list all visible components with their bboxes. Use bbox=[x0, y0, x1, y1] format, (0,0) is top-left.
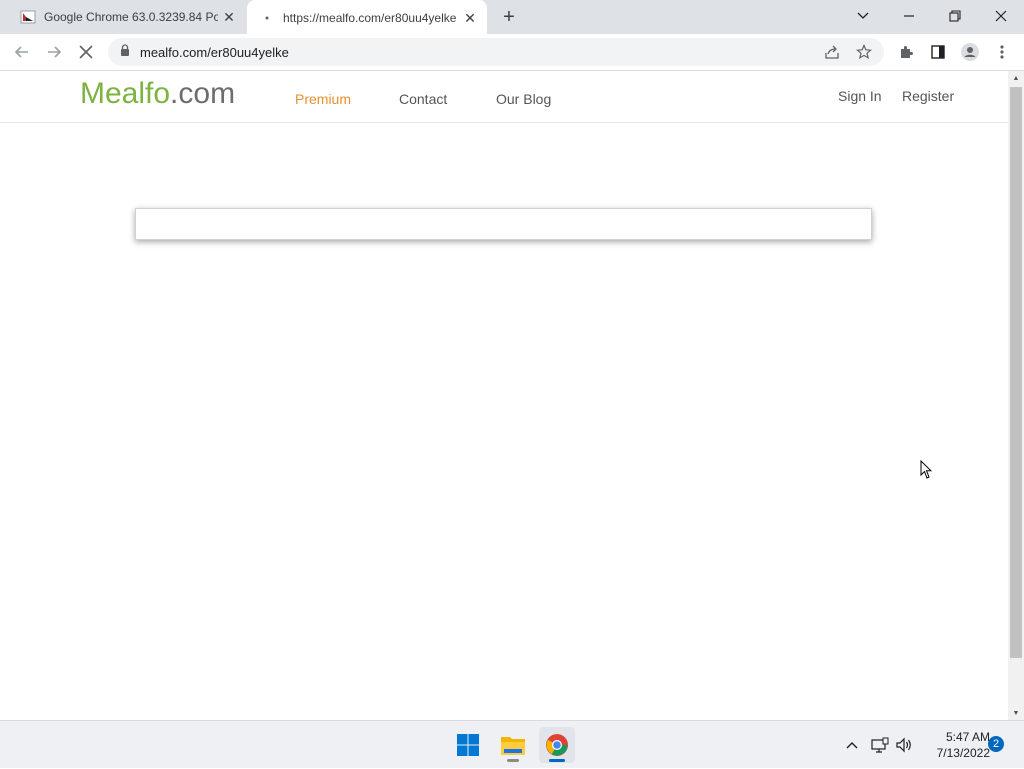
chevron-up-icon[interactable] bbox=[842, 721, 862, 769]
tab-chrome-portable[interactable]: Google Chrome 63.0.3239.84 Portable ✕ bbox=[8, 0, 246, 34]
search-input[interactable] bbox=[135, 208, 872, 240]
back-arrow-icon[interactable] bbox=[8, 38, 36, 66]
app-indicator bbox=[507, 759, 519, 762]
tab-strip: Google Chrome 63.0.3239.84 Portable ✕ ht… bbox=[0, 0, 1024, 36]
chrome-icon[interactable] bbox=[539, 727, 575, 763]
tab-title: Google Chrome 63.0.3239.84 Portable bbox=[44, 10, 218, 24]
clock-time: 5:47 AM bbox=[945, 730, 990, 744]
nav-premium-link[interactable]: Premium bbox=[295, 91, 351, 107]
system-clock[interactable]: 5:47 AM 7/13/2022 bbox=[918, 729, 990, 761]
plus-icon[interactable]: + bbox=[497, 5, 521, 29]
scroll-down-arrow-icon[interactable]: ▼ bbox=[1008, 706, 1024, 720]
site-header: Mealfo.com Premium Contact Our Blog Sign… bbox=[0, 71, 1008, 123]
stop-loading-icon[interactable] bbox=[72, 38, 100, 66]
loading-dot-icon bbox=[259, 10, 275, 26]
tab-title: https://mealfo.com/er80uu4yelke bbox=[283, 11, 457, 25]
url-text: mealfo.com/er80uu4yelke bbox=[140, 44, 289, 60]
clock-date: 7/13/2022 bbox=[936, 746, 990, 760]
mouse-cursor-icon bbox=[920, 459, 933, 485]
scroll-up-arrow-icon[interactable]: ▲ bbox=[1008, 71, 1024, 85]
windows-start-icon[interactable] bbox=[450, 727, 486, 763]
notification-badge[interactable]: 2 bbox=[988, 736, 1004, 752]
nav-contact-link[interactable]: Contact bbox=[399, 91, 447, 107]
sign-in-link[interactable]: Sign In bbox=[838, 88, 882, 104]
site-logo[interactable]: Mealfo.com bbox=[80, 77, 235, 111]
address-bar[interactable]: mealfo.com/er80uu4yelke bbox=[108, 38, 884, 66]
scrollbar-thumb[interactable] bbox=[1010, 87, 1022, 658]
share-icon[interactable] bbox=[822, 42, 842, 62]
close-window-icon[interactable] bbox=[978, 0, 1024, 32]
restore-icon[interactable] bbox=[932, 0, 978, 32]
page-favicon-icon bbox=[20, 9, 36, 25]
extensions-icon[interactable] bbox=[892, 38, 920, 66]
tab-mealfo[interactable]: https://mealfo.com/er80uu4yelke ✕ bbox=[247, 0, 487, 36]
close-icon[interactable]: ✕ bbox=[459, 7, 481, 29]
browser-window: Google Chrome 63.0.3239.84 Portable ✕ ht… bbox=[0, 0, 1024, 720]
close-icon[interactable]: ✕ bbox=[218, 6, 240, 28]
app-indicator bbox=[549, 759, 565, 762]
volume-icon[interactable] bbox=[894, 721, 914, 769]
chevron-down-icon[interactable] bbox=[840, 0, 886, 32]
taskbar: 5:47 AM 7/13/2022 bbox=[0, 720, 1024, 768]
forward-arrow-icon[interactable] bbox=[40, 38, 68, 66]
nav-blog-link[interactable]: Our Blog bbox=[496, 91, 551, 107]
profile-avatar-icon[interactable] bbox=[956, 38, 984, 66]
vertical-scrollbar[interactable]: ▲ ▼ bbox=[1008, 71, 1024, 720]
register-link[interactable]: Register bbox=[902, 88, 954, 104]
browser-toolbar: mealfo.com/er80uu4yelke bbox=[0, 34, 1024, 71]
minimize-icon[interactable] bbox=[886, 0, 932, 32]
bookmark-star-icon[interactable] bbox=[854, 42, 874, 62]
lock-icon[interactable] bbox=[120, 43, 130, 61]
page-viewport: Mealfo.com Premium Contact Our Blog Sign… bbox=[0, 71, 1008, 720]
network-icon[interactable] bbox=[870, 721, 890, 769]
side-panel-icon[interactable] bbox=[924, 38, 952, 66]
file-explorer-icon[interactable] bbox=[495, 727, 531, 763]
menu-dots-icon[interactable] bbox=[988, 38, 1016, 66]
